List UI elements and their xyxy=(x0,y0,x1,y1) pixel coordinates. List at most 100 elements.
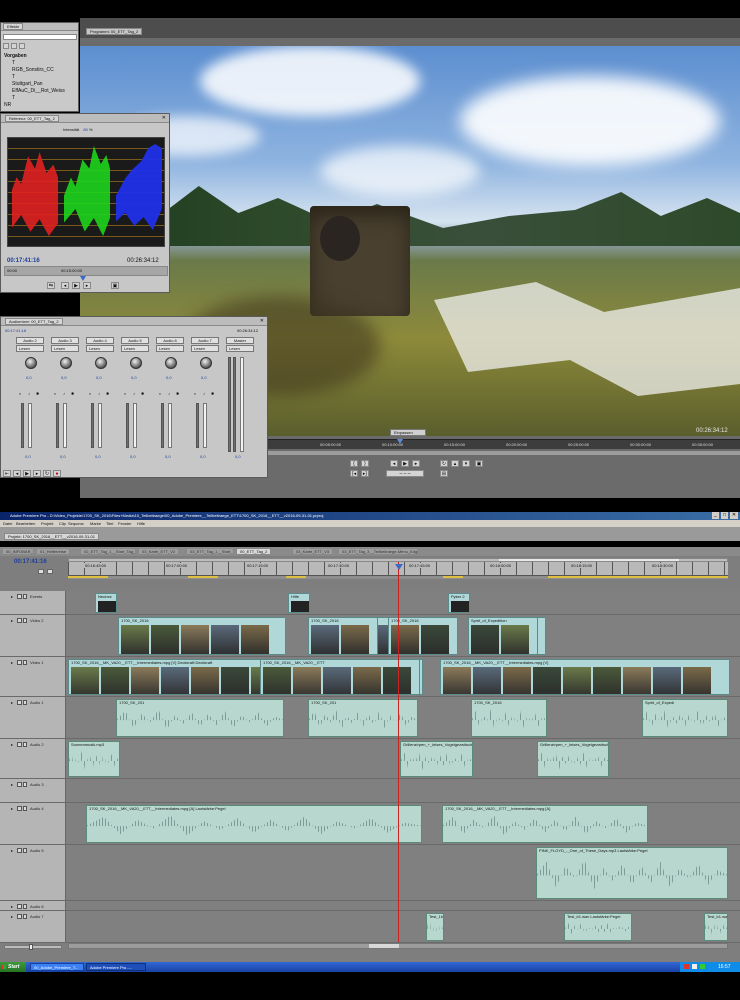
channel-name[interactable]: Master xyxy=(226,337,254,344)
expand-triangle-icon[interactable]: ▸ xyxy=(11,594,13,599)
video-clip[interactable]: 1700_SK_2016 xyxy=(118,617,286,655)
expand-triangle-icon[interactable]: ▸ xyxy=(11,848,13,853)
solo-icon[interactable]: ♪ xyxy=(203,391,205,396)
volume-fader[interactable] xyxy=(168,403,172,448)
eye-icon[interactable] xyxy=(17,782,22,787)
record-arm-icon[interactable]: ✱ xyxy=(36,391,39,396)
reference-ruler[interactable]: 00:00 00:15:00:00 xyxy=(4,266,168,276)
step-forward-icon[interactable]: ▸ xyxy=(412,460,420,467)
lock-icon[interactable] xyxy=(23,914,27,919)
step-forward-icon[interactable]: ▸ xyxy=(33,470,41,477)
tray-icon[interactable] xyxy=(692,964,697,969)
expand-triangle-icon[interactable]: ▸ xyxy=(11,618,13,623)
sequence-tab[interactable]: 00_ETT_Tag_2 xyxy=(236,548,272,555)
scope-mode-value[interactable]: 80 xyxy=(83,127,87,132)
new-bin-icon[interactable] xyxy=(3,43,9,49)
close-window-icon[interactable]: ✕ xyxy=(730,512,738,519)
playhead-handle[interactable] xyxy=(395,564,403,570)
solo-icon[interactable]: ♪ xyxy=(28,391,30,396)
eye-icon[interactable] xyxy=(17,914,22,919)
eye-icon[interactable] xyxy=(17,594,22,599)
audio-clip[interactable]: Sonnenmusik.mp3 xyxy=(68,741,120,777)
tree-item[interactable]: Stuttgart_Pan xyxy=(4,81,78,88)
tree-item[interactable]: RGB_Sonstirs_CC xyxy=(4,67,78,74)
eye-icon[interactable] xyxy=(17,618,22,623)
lock-icon[interactable] xyxy=(23,806,27,811)
tray-icon[interactable] xyxy=(700,964,705,969)
menu-window[interactable]: Fenster xyxy=(118,520,132,527)
menu-clip[interactable]: Clip xyxy=(59,520,66,527)
sequence-tab[interactable]: 03_Karte_ETT_V3 xyxy=(292,548,334,555)
program-monitor-tab[interactable]: Programm: 00_ETT_Tag_2 xyxy=(86,28,143,35)
automation-mode-select[interactable]: Lesen xyxy=(191,345,219,352)
video-clip[interactable]: Hilfe xyxy=(288,593,310,613)
mute-icon[interactable]: ◐ xyxy=(19,391,21,396)
automation-mode-select[interactable]: Lesen xyxy=(121,345,149,352)
audio-clip[interactable]: 1700_SK_2016 xyxy=(471,699,547,737)
video-clip[interactable]: 1700_SK_2016__MK_VA20__ETT xyxy=(260,659,420,695)
audio-clip[interactable]: PINK_FLOYD_-_One_of_These_Days.mp3 Lauts… xyxy=(536,847,728,899)
tree-item[interactable]: Vorgaben xyxy=(4,53,78,60)
solo-icon[interactable]: ♪ xyxy=(63,391,65,396)
volume-fader[interactable] xyxy=(133,403,137,448)
channel-name[interactable]: Audio 2 xyxy=(16,337,44,344)
timeline-current-timecode[interactable]: 00:17:41:16 xyxy=(14,559,47,565)
solo-icon[interactable]: ♪ xyxy=(133,391,135,396)
project-tab[interactable]: Projekt: 1700_SK_2016__ETT__v2016-09-31-… xyxy=(4,533,99,540)
audio-clip[interactable]: Test_1h xyxy=(426,913,444,941)
trim-icon[interactable]: ⊞ xyxy=(440,470,448,477)
close-icon[interactable]: ✕ xyxy=(162,115,166,121)
reference-current-timecode[interactable]: 00:17:41:16 xyxy=(7,258,40,264)
eye-icon[interactable] xyxy=(17,806,22,811)
automation-mode-select[interactable]: Lesen xyxy=(86,345,114,352)
loop-icon[interactable]: ↻ xyxy=(43,470,51,477)
extract-icon[interactable]: ▾ xyxy=(462,460,470,467)
lock-icon[interactable] xyxy=(23,742,27,747)
reference-playhead[interactable] xyxy=(80,276,86,281)
pan-knob[interactable] xyxy=(200,357,212,369)
channel-name[interactable]: Audio 3 xyxy=(51,337,79,344)
solo-icon[interactable]: ♪ xyxy=(168,391,170,396)
record-arm-icon[interactable]: ✱ xyxy=(71,391,74,396)
automation-mode-select[interactable]: Lesen xyxy=(156,345,184,352)
sequence-tab[interactable]: 03_Karte_ETT_V2 xyxy=(138,548,180,555)
volume-fader[interactable] xyxy=(63,403,67,448)
play-icon[interactable]: ▶ xyxy=(23,470,31,477)
menu-marker[interactable]: Marke xyxy=(90,520,101,527)
playhead-line[interactable] xyxy=(398,562,399,942)
record-arm-icon[interactable]: ✱ xyxy=(106,391,109,396)
tree-item[interactable]: T xyxy=(4,95,78,102)
master-fader[interactable] xyxy=(240,357,244,452)
expand-triangle-icon[interactable]: ▸ xyxy=(11,742,13,747)
audio-clip[interactable]: Test_b1.wav xyxy=(704,913,728,941)
menu-sequence[interactable]: Sequenz xyxy=(68,520,84,527)
export-frame-icon[interactable]: ▣ xyxy=(475,460,483,467)
audio-clip[interactable]: 1700_SK_201 xyxy=(116,699,284,737)
channel-name[interactable]: Audio 7 xyxy=(191,337,219,344)
automation-mode-select[interactable]: Lesen xyxy=(226,345,254,352)
pan-knob[interactable] xyxy=(60,357,72,369)
channel-name[interactable]: Audio 6 xyxy=(156,337,184,344)
audio-clip[interactable]: Spirit_of_Expedi xyxy=(642,699,728,737)
audio-clip[interactable]: Test_b1.wav Lautstärke:Pegel xyxy=(564,913,632,941)
eye-icon[interactable] xyxy=(17,660,22,665)
tree-item[interactable]: T xyxy=(4,60,78,67)
reference-monitor-tab[interactable]: Referenz: 00_ETT_Tag_2 xyxy=(5,115,59,122)
expand-triangle-icon[interactable]: ▸ xyxy=(11,782,13,787)
play-icon[interactable]: ▶ xyxy=(72,282,80,289)
sequence-tab[interactable]: 00_INFOBAR_ETT xyxy=(2,548,34,555)
snap-icon[interactable] xyxy=(38,569,44,574)
menu-project[interactable]: Projekt xyxy=(41,520,53,527)
lift-icon[interactable]: ▴ xyxy=(451,460,459,467)
record-icon[interactable]: ● xyxy=(53,470,61,477)
expand-triangle-icon[interactable]: ▸ xyxy=(11,904,13,909)
tree-item[interactable]: NR xyxy=(4,102,78,109)
expand-triangle-icon[interactable]: ▸ xyxy=(11,914,13,919)
program-playhead[interactable] xyxy=(397,439,403,444)
accelerated-icon[interactable] xyxy=(11,43,17,49)
taskbar-item[interactable]: 00_Adobe_Premiere_T... xyxy=(30,963,84,971)
step-forward-icon[interactable]: ▸ xyxy=(83,282,91,289)
video-clip[interactable]: Pyker 2 xyxy=(448,593,470,613)
mute-icon[interactable]: ◐ xyxy=(89,391,91,396)
menu-file[interactable]: Datei xyxy=(3,520,12,527)
